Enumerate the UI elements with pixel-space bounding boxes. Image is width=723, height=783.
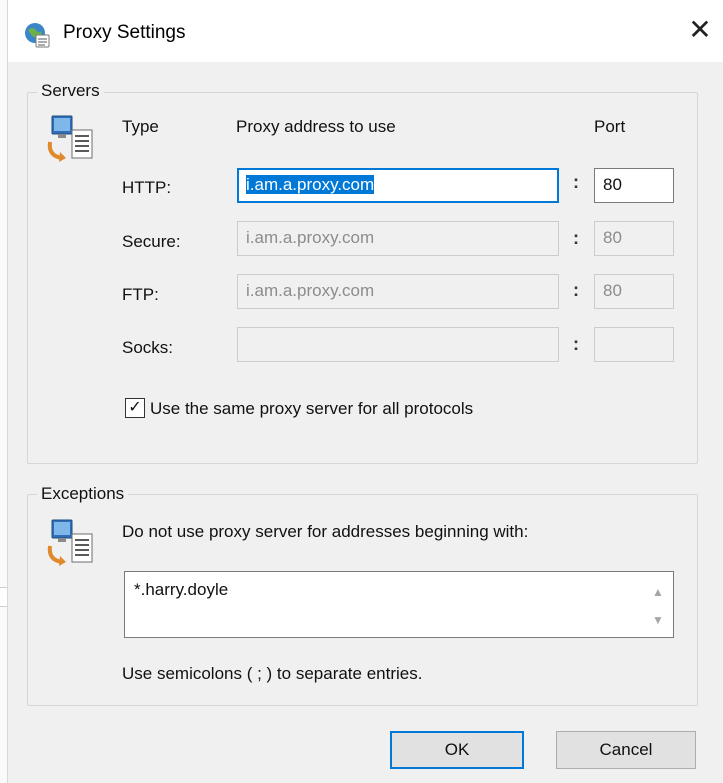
exceptions-scrollbar[interactable]: ▲ ▼: [643, 572, 673, 637]
http-address-value: i.am.a.proxy.com: [246, 175, 375, 194]
http-address-input[interactable]: i.am.a.proxy.com: [237, 168, 559, 203]
socks-port-input: [594, 327, 674, 362]
ftp-colon: :: [573, 280, 579, 300]
window-title: Proxy Settings: [63, 22, 186, 43]
close-button[interactable]: ✕: [677, 6, 723, 52]
exceptions-value: *.harry.doyle: [134, 580, 229, 599]
secure-port-value: 80: [603, 228, 622, 247]
http-port-input[interactable]: 80: [594, 168, 674, 203]
check-mark-icon: ✓: [128, 399, 142, 416]
background-window-edge: [0, 0, 8, 783]
ok-button-label: OK: [444, 740, 470, 759]
same-proxy-label[interactable]: Use the same proxy server for all protoc…: [150, 399, 473, 419]
cancel-button-label: Cancel: [599, 740, 653, 759]
secure-label: Secure:: [122, 232, 181, 251]
ftp-label: FTP:: [122, 285, 159, 304]
network-computer-icon: [47, 519, 93, 566]
col-type-header: Type: [122, 117, 159, 136]
same-proxy-checkbox[interactable]: ✓: [125, 398, 145, 418]
exceptions-description: Do not use proxy server for addresses be…: [122, 522, 529, 541]
http-label: HTTP:: [122, 178, 172, 197]
exceptions-legend: Exceptions: [37, 484, 129, 504]
ftp-port-value: 80: [603, 281, 622, 300]
socks-address-input: [237, 327, 559, 362]
col-address-header: Proxy address to use: [236, 117, 396, 136]
secure-address-value: i.am.a.proxy.com: [246, 228, 375, 247]
http-colon: :: [573, 172, 579, 192]
col-port-header: Port: [594, 117, 626, 136]
servers-legend: Servers: [37, 81, 104, 101]
globe-settings-icon: [25, 23, 50, 48]
secure-port-input: 80: [594, 221, 674, 256]
scroll-up-icon[interactable]: ▲: [643, 578, 673, 606]
background-window-control: [0, 587, 7, 607]
ftp-address-input: i.am.a.proxy.com: [237, 274, 559, 309]
http-port-value: 80: [603, 175, 622, 194]
ok-button[interactable]: OK: [390, 731, 524, 769]
cancel-button[interactable]: Cancel: [556, 731, 696, 769]
exceptions-hint: Use semicolons ( ; ) to separate entries…: [122, 664, 423, 683]
network-computer-icon: [47, 115, 93, 162]
secure-address-input: i.am.a.proxy.com: [237, 221, 559, 256]
ftp-port-input: 80: [594, 274, 674, 309]
ftp-address-value: i.am.a.proxy.com: [246, 281, 375, 300]
socks-label: Socks:: [122, 338, 174, 357]
title-bar: Proxy Settings ✕: [8, 0, 723, 62]
scroll-down-icon[interactable]: ▼: [643, 606, 673, 634]
close-icon: ✕: [688, 13, 712, 45]
exceptions-textarea[interactable]: *.harry.doyle ▲ ▼: [124, 571, 674, 638]
secure-colon: :: [573, 228, 579, 248]
socks-colon: :: [573, 334, 579, 354]
